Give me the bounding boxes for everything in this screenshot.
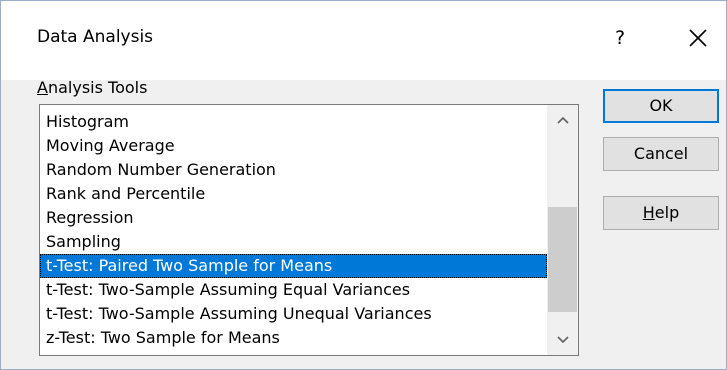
scroll-down-button[interactable] bbox=[547, 325, 578, 355]
analysis-tool-item[interactable]: Random Number Generation bbox=[40, 158, 547, 182]
dialog-title: Data Analysis bbox=[37, 27, 154, 47]
analysis-tool-item[interactable]: Sampling bbox=[40, 230, 547, 254]
analysis-tool-item[interactable]: Histogram bbox=[40, 110, 547, 134]
analysis-tool-item[interactable]: t-Test: Two-Sample Assuming Equal Varian… bbox=[40, 278, 547, 302]
chevron-up-icon bbox=[556, 116, 569, 124]
ok-button[interactable]: OK bbox=[603, 89, 719, 123]
analysis-tool-item[interactable]: Rank and Percentile bbox=[40, 182, 547, 206]
scroll-up-button[interactable] bbox=[547, 105, 578, 135]
scroll-thumb[interactable] bbox=[548, 207, 577, 312]
analysis-tool-item[interactable]: Regression bbox=[40, 206, 547, 230]
analysis-tools-items: Histogram Moving Average Random Number Gen… bbox=[40, 110, 547, 350]
help-question-button[interactable]: ? bbox=[605, 23, 635, 53]
analysis-tools-listbox[interactable]: Histogram Moving Average Random Number Gen… bbox=[39, 104, 579, 356]
help-button-label: elp bbox=[654, 203, 680, 222]
analysis-tools-label: Analysis Tools bbox=[37, 78, 147, 97]
analysis-tool-item[interactable]: z-Test: Two Sample for Means bbox=[40, 326, 547, 350]
help-button-accelerator: H bbox=[642, 203, 655, 222]
title-bar: Data Analysis ? bbox=[1, 1, 726, 80]
scroll-track[interactable] bbox=[547, 135, 578, 325]
analysis-tools-label-accelerator: A bbox=[37, 78, 48, 97]
analysis-tool-item[interactable]: Moving Average bbox=[40, 134, 547, 158]
chevron-down-icon bbox=[556, 336, 569, 344]
help-button[interactable]: Help bbox=[603, 196, 719, 230]
analysis-tool-item[interactable]: t-Test: Paired Two Sample for Means bbox=[40, 254, 547, 278]
vertical-scrollbar[interactable] bbox=[547, 105, 578, 355]
close-button[interactable] bbox=[681, 21, 715, 55]
close-icon bbox=[689, 29, 707, 47]
analysis-tool-item[interactable]: t-Test: Two-Sample Assuming Unequal Vari… bbox=[40, 302, 547, 326]
data-analysis-dialog: Data Analysis ? Analysis Tools Histogram… bbox=[0, 0, 727, 370]
cancel-button[interactable]: Cancel bbox=[603, 137, 719, 171]
analysis-tools-label-text: nalysis Tools bbox=[47, 78, 148, 97]
